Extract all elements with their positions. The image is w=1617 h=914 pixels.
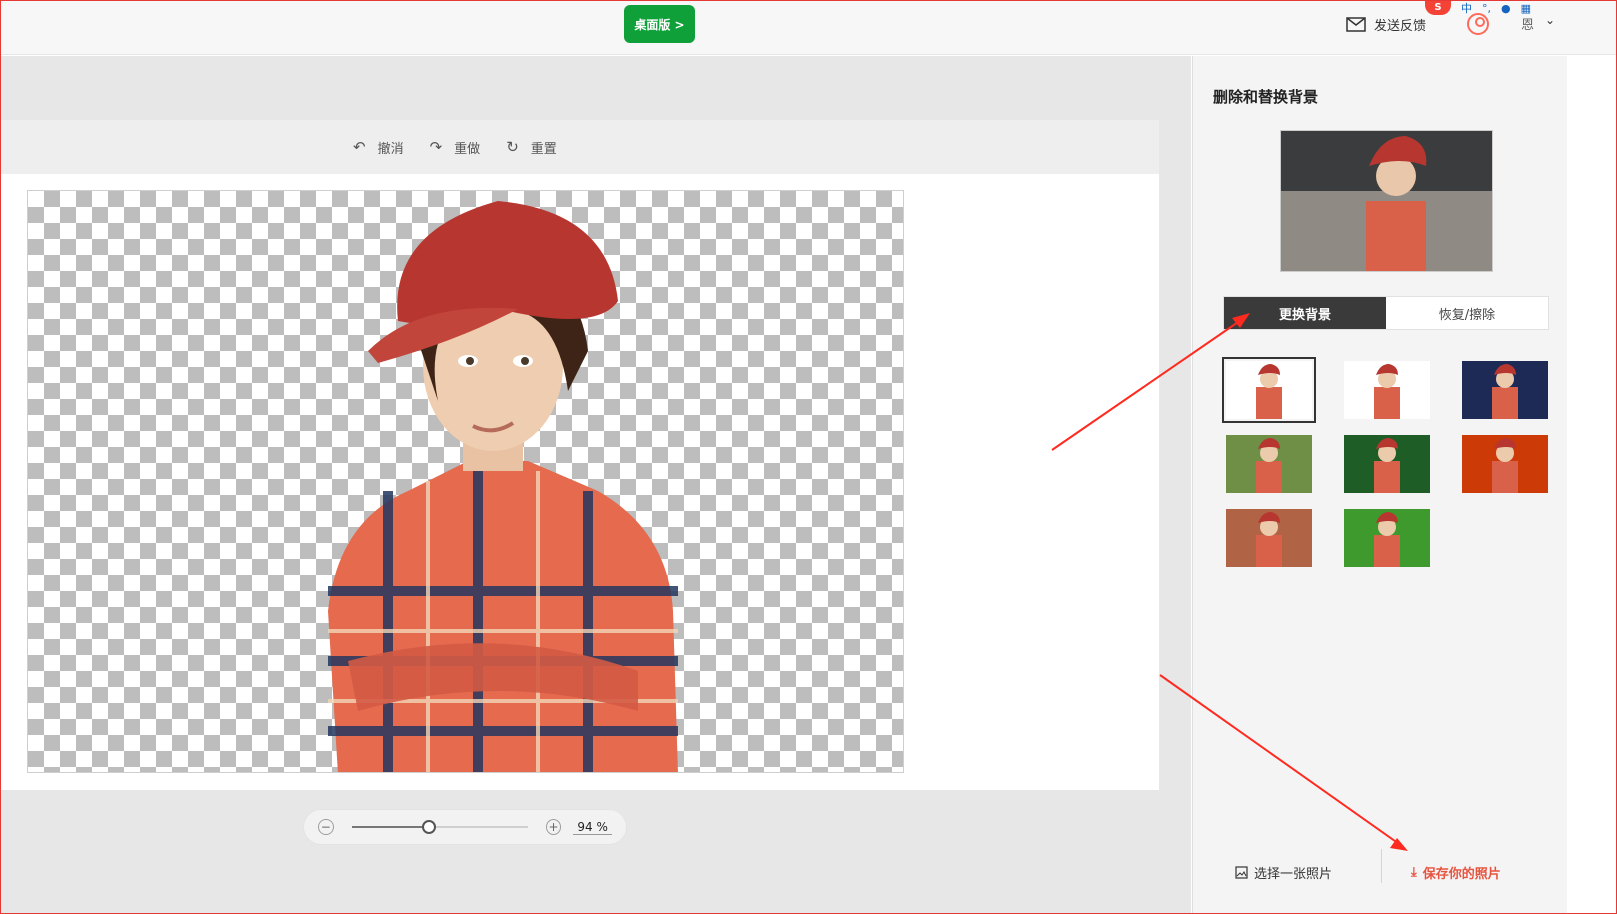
background-panel: 删除和替换背景 更换背景 恢复/擦除 选择一张照片 ⤓ 保存你的照片	[1192, 56, 1567, 913]
feedback-label: 发送反馈	[1374, 18, 1427, 34]
background-option-green-leaves[interactable]	[1344, 435, 1430, 493]
reset-button[interactable]: 重置	[531, 138, 557, 157]
zoom-in-icon[interactable]: +	[545, 819, 562, 835]
save-photo-label: 保存你的照片	[1422, 867, 1501, 882]
zoom-value-number: 94	[577, 819, 593, 834]
tab-change-background[interactable]: 更换背景	[1224, 297, 1386, 329]
cutout-photo	[328, 201, 678, 772]
ime-logo-icon: S	[1425, 1, 1451, 15]
image-icon	[1235, 866, 1248, 879]
zoom-unit: %	[596, 819, 608, 834]
top-bar: 桌面版 > 发送反馈 恩 ⌄ S 中 °, ● ▦	[1, 1, 1616, 55]
original-photo-thumbnail	[1280, 130, 1493, 272]
background-option-white[interactable]	[1344, 361, 1430, 419]
keyboard-icon[interactable]: ▦	[1521, 2, 1531, 15]
zoom-slider-fill	[351, 826, 430, 828]
zoom-value[interactable]: 94 %	[573, 820, 612, 835]
background-option-fire[interactable]	[1462, 435, 1548, 493]
edit-toolbar: ↶ 撤消 ↷ 重做 ↻ 重置	[1, 120, 1159, 174]
background-option-brick-wall[interactable]	[1226, 509, 1312, 567]
undo-button[interactable]: 撤消	[378, 138, 404, 157]
user-avatar-icon[interactable]	[1467, 13, 1489, 35]
ime-mode[interactable]: 中	[1461, 0, 1472, 16]
transparent-canvas[interactable]	[27, 190, 904, 773]
reset-icon[interactable]: ↻	[506, 138, 519, 156]
panel-tabs: 更换背景 恢复/擦除	[1223, 296, 1549, 330]
save-photo-button[interactable]: ⤓ 保存你的照片	[1411, 863, 1501, 882]
zoom-slider[interactable]	[351, 820, 528, 834]
microphone-icon[interactable]: ●	[1501, 2, 1511, 15]
background-option-green-lawn[interactable]	[1344, 509, 1430, 567]
choose-photo-button[interactable]: 选择一张照片	[1235, 863, 1332, 882]
panel-bottom-bar: 选择一张照片 ⤓ 保存你的照片	[1193, 845, 1568, 913]
username[interactable]: 恩	[1521, 14, 1534, 33]
ime-toolbar: S 中 °, ● ▦	[1425, 1, 1531, 15]
background-option-white-bordered[interactable]	[1222, 357, 1316, 423]
redo-button[interactable]: 重做	[454, 138, 480, 157]
desktop-version-button[interactable]: 桌面版 >	[624, 5, 695, 43]
download-icon: ⤓	[1411, 865, 1417, 880]
zoom-control: − + 94 %	[303, 809, 627, 845]
mail-icon	[1346, 16, 1366, 32]
zoom-out-icon[interactable]: −	[318, 819, 334, 835]
undo-icon[interactable]: ↶	[353, 138, 366, 156]
chevron-down-icon[interactable]: ⌄	[1545, 13, 1555, 27]
ime-punct-icon[interactable]: °,	[1482, 2, 1491, 15]
redo-icon[interactable]: ↷	[430, 138, 443, 156]
zoom-slider-handle[interactable]	[422, 820, 437, 834]
feedback-link[interactable]: 发送反馈	[1346, 13, 1426, 35]
choose-photo-label: 选择一张照片	[1254, 867, 1333, 882]
panel-title: 删除和替换背景	[1213, 88, 1319, 106]
background-option-starry-night[interactable]	[1462, 361, 1548, 419]
divider	[1381, 849, 1382, 883]
canvas-area	[1, 174, 1159, 790]
background-option-grass-field[interactable]	[1226, 435, 1312, 493]
tab-restore-erase[interactable]: 恢复/擦除	[1386, 297, 1548, 329]
